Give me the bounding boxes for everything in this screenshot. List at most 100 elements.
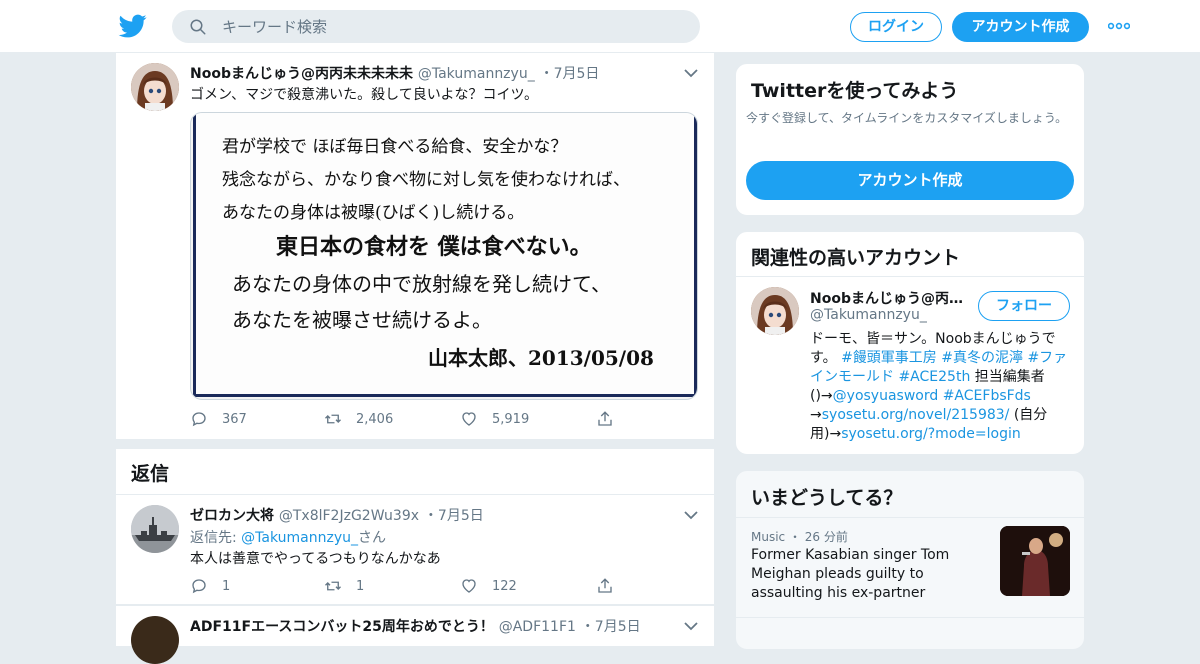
tweet-text: 本人は善意でやってるつもりなんかなあ bbox=[190, 551, 441, 567]
tweet-text: ゴメン、マジで殺意沸いた。殺して良いよな？コイツ。 bbox=[190, 87, 539, 103]
reply-icon bbox=[192, 412, 206, 427]
related-accounts-title: 関連性の高いアカウント bbox=[751, 247, 961, 269]
image-text-line: あなたの身体の中で放射線を発し続けて、 bbox=[232, 272, 611, 296]
image-text-line: あなたを被曝させ続けるよ。 bbox=[232, 308, 492, 332]
tweet-actions: 1 1 122 bbox=[190, 577, 630, 595]
like-count: 5,919 bbox=[492, 411, 530, 427]
handle[interactable]: @Tx8lF2JzG2Wu39x bbox=[279, 508, 419, 524]
chevron-down-icon[interactable] bbox=[684, 68, 698, 78]
share-button[interactable] bbox=[596, 410, 614, 428]
tweet-date[interactable]: 7月5日 bbox=[595, 619, 641, 635]
tweet-image[interactable]: 君が学校で ほぼ毎日食べる給食、安全かな？ 残念ながら、かなり食べ物に対し気を使… bbox=[190, 112, 698, 400]
reply-button[interactable]: 1 bbox=[190, 577, 230, 595]
login-button[interactable]: ログイン bbox=[850, 12, 942, 42]
reply-tweet[interactable]: ADF11Fエースコンバット25周年おめでとう！ @ADF11F1 ・7月5日 bbox=[116, 606, 714, 664]
hashtag-link[interactable]: #饅頭軍事工房 bbox=[841, 350, 937, 366]
retweet-icon bbox=[325, 414, 341, 424]
reply-to-line: 返信先: @Takumannzyu_さん bbox=[190, 527, 386, 547]
reply-to-prefix: 返信先: bbox=[190, 530, 242, 546]
retweet-count: 1 bbox=[356, 578, 365, 594]
image-paper: 君が学校で ほぼ毎日食べる給食、安全かな？ 残念ながら、かなり食べ物に対し気を使… bbox=[193, 113, 697, 397]
tweet-date[interactable]: 7月5日 bbox=[554, 66, 600, 82]
heart-icon bbox=[462, 412, 476, 426]
reply-button[interactable]: 367 bbox=[190, 410, 247, 428]
avatar[interactable] bbox=[131, 616, 179, 664]
tweet[interactable]: Noobまんじゅう@丙丙未未未未未 @Takumannzyu_ ・7月5日 ゴメ… bbox=[116, 53, 714, 439]
chevron-down-icon[interactable] bbox=[684, 510, 698, 520]
trend-time: 26 分前 bbox=[804, 530, 848, 544]
display-name[interactable]: ADF11Fエースコンバット25周年おめでとう！ bbox=[190, 619, 494, 635]
like-button[interactable]: 5,919 bbox=[460, 410, 529, 428]
share-icon bbox=[598, 578, 612, 593]
handle[interactable]: @ADF11F1 bbox=[499, 619, 576, 635]
avatar[interactable] bbox=[131, 63, 179, 111]
divider bbox=[736, 276, 1084, 277]
avatar[interactable] bbox=[751, 287, 799, 335]
replies-title: 返信 bbox=[131, 463, 170, 485]
separator-dot: ・ bbox=[423, 508, 438, 524]
trends-card: いまどうしてる？ Music ・ 26 分前 Former Kasabian s… bbox=[735, 470, 1085, 650]
more-options-icon[interactable] bbox=[1108, 22, 1130, 30]
main-column: Noobまんじゅう@丙丙未未未未未 @Takumannzyu_ ・7月5日 ゴメ… bbox=[116, 53, 714, 664]
reply-icon bbox=[192, 579, 206, 594]
account-name[interactable]: Noobまんじゅう@丙丙未未未未未 bbox=[810, 288, 970, 308]
tweet-author[interactable]: Noobまんじゅう@丙丙未未未未未 @Takumannzyu_ ・7月5日 bbox=[190, 63, 599, 83]
separator-dot: ・ bbox=[539, 66, 554, 82]
tweet-actions: 367 2,406 5,919 bbox=[190, 410, 630, 428]
trend-headline[interactable]: Former Kasabian singer Tom Meighan plead… bbox=[751, 546, 991, 603]
retweet-button[interactable]: 1 bbox=[324, 577, 364, 595]
url-link[interactable]: syosetu.org/novel/215983/ bbox=[822, 407, 1010, 423]
trend-item[interactable]: Music ・ 26 分前 Former Kasabian singer Tom… bbox=[736, 518, 1084, 616]
image-signature: 山本太郎、2013/05/08 bbox=[428, 346, 654, 370]
reply-tweet[interactable]: ゼロカン大将 @Tx8lF2JzG2Wu39x ・7月5日 返信先: @Taku… bbox=[116, 495, 714, 605]
related-accounts-card: 関連性の高いアカウント Noobまんじゅう@丙丙未未未未未 @Takumannz… bbox=[735, 231, 1085, 455]
search-input[interactable] bbox=[222, 10, 682, 43]
avatar[interactable] bbox=[131, 505, 179, 553]
image-text-line: 残念ながら、かなり食べ物に対し気を使わなければ、 bbox=[222, 170, 630, 190]
heart-icon bbox=[462, 579, 476, 593]
hashtag-link[interactable]: #ACE25th bbox=[898, 369, 970, 385]
account-bio: ドーモ、皆＝サン。Noobまんじゅうです。 #饅頭軍事工房 #真冬の泥濘 #ファ… bbox=[810, 330, 1072, 444]
handle[interactable]: @Takumannzyu_ bbox=[418, 66, 535, 82]
hashtag-link[interactable]: #真冬の泥濘 bbox=[941, 350, 1023, 366]
twitter-bird-icon[interactable] bbox=[118, 12, 148, 40]
like-count: 122 bbox=[492, 578, 517, 594]
replies-header: 返信 bbox=[116, 449, 714, 495]
signup-button[interactable]: アカウント作成 bbox=[952, 12, 1089, 42]
signup-prompt-text: 今すぐ登録して、タイムラインをカスタマイズしましょう。 bbox=[746, 111, 1068, 125]
separator-dot: ・ bbox=[785, 530, 805, 544]
mention-link[interactable]: @yosyuasword bbox=[833, 388, 939, 404]
retweet-icon bbox=[325, 581, 341, 591]
display-name[interactable]: ゼロカン大将 bbox=[190, 508, 274, 524]
reply-to-handle[interactable]: @Takumannzyu_ bbox=[241, 530, 358, 546]
search-box bbox=[172, 10, 700, 43]
trend-thumbnail[interactable] bbox=[1000, 526, 1070, 596]
retweet-button[interactable]: 2,406 bbox=[324, 410, 393, 428]
tweet-date[interactable]: 7月5日 bbox=[438, 508, 484, 524]
retweet-count: 2,406 bbox=[356, 411, 394, 427]
like-button[interactable]: 122 bbox=[460, 577, 517, 595]
image-text-line: 東日本の食材を 僕は食べない。 bbox=[276, 234, 592, 260]
tweet-author[interactable]: ADF11Fエースコンバット25周年おめでとう！ @ADF11F1 ・7月5日 bbox=[190, 616, 641, 636]
display-name[interactable]: Noobまんじゅう@丙丙未未未未未 bbox=[190, 66, 413, 82]
section-divider bbox=[116, 439, 714, 449]
separator-dot: ・ bbox=[580, 619, 595, 635]
image-text-line: あなたの身体は被曝(ひばく)し続ける。 bbox=[222, 203, 525, 223]
account-handle[interactable]: @Takumannzyu_ bbox=[810, 307, 927, 323]
divider bbox=[736, 617, 1084, 618]
trend-category: Music bbox=[751, 530, 786, 544]
signup-prompt-card: Twitterを使ってみよう 今すぐ登録して、タイムラインをカスタマイズしましょ… bbox=[735, 63, 1085, 216]
tweet-author[interactable]: ゼロカン大将 @Tx8lF2JzG2Wu39x ・7月5日 bbox=[190, 505, 484, 525]
follow-button[interactable]: フォロー bbox=[978, 291, 1070, 321]
share-button[interactable] bbox=[596, 577, 614, 595]
signup-prompt-title: Twitterを使ってみよう bbox=[751, 80, 959, 102]
reply-to-suffix: さん bbox=[358, 530, 387, 546]
create-account-button[interactable]: アカウント作成 bbox=[746, 161, 1074, 200]
reply-count: 367 bbox=[222, 411, 247, 427]
share-icon bbox=[598, 411, 612, 426]
url-link[interactable]: syosetu.org/?mode=login bbox=[841, 426, 1021, 442]
search-icon bbox=[190, 19, 206, 35]
hashtag-link[interactable]: #ACEFbsFds bbox=[943, 388, 1031, 404]
image-text-line: 君が学校で ほぼ毎日食べる給食、安全かな？ bbox=[222, 137, 568, 157]
trends-title: いまどうしてる？ bbox=[751, 487, 903, 509]
